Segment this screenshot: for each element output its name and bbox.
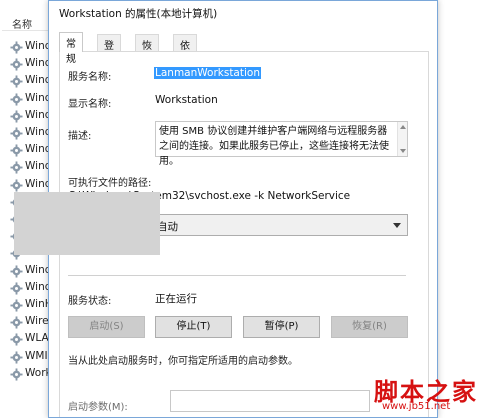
gear-icon [10, 161, 23, 174]
start-params-label: 启动参数(M): [68, 402, 128, 413]
description-label: 描述: [68, 131, 92, 142]
tab-logon[interactable]: 登录 [97, 34, 121, 67]
service-row-label: WMI [25, 349, 48, 362]
gear-icon [10, 110, 23, 123]
site-watermark: 脚本之家 www.jb51.net [372, 372, 492, 414]
service-status-label: 服务状态: [68, 296, 112, 307]
gear-icon [10, 299, 23, 312]
redacted-area [14, 192, 160, 255]
chevron-down-icon [393, 223, 401, 228]
watermark-url: www.jb51.net [382, 401, 451, 412]
scroll-down-icon[interactable] [400, 149, 406, 153]
section-divider [68, 275, 406, 276]
tab-dependencies[interactable]: 依存关系 [173, 34, 197, 97]
gear-icon [10, 58, 23, 71]
gear-icon [10, 333, 23, 346]
gear-icon [10, 144, 23, 157]
start-params-hint: 当从此处启动服务时，你可指定所适用的启动参数。 [68, 356, 298, 367]
description-text: 使用 SMB 协议创建并维护客户端网络与远程服务器之间的连接。如果此服务已停止，… [159, 126, 389, 167]
start-button[interactable]: 启动(S) [68, 316, 145, 338]
service-status-value: 正在运行 [155, 293, 197, 305]
service-name-value[interactable]: LanmanWorkstation [154, 67, 261, 79]
display-name-value[interactable]: Workstation [155, 94, 218, 106]
dialog-titlebar[interactable]: Workstation 的属性(本地计算机) [49, 1, 437, 27]
service-name-selected-text: LanmanWorkstation [154, 67, 261, 79]
tab-recovery[interactable]: 恢复 [135, 34, 159, 67]
stop-button[interactable]: 停止(T) [155, 316, 232, 338]
description-textbox[interactable]: 使用 SMB 协议创建并维护客户端网络与远程服务器之间的连接。如果此服务已停止，… [155, 121, 408, 167]
gear-icon [10, 265, 23, 278]
gear-icon [10, 351, 23, 364]
pause-button[interactable]: 暂停(P) [243, 316, 320, 338]
service-name-label: 服务名称: [68, 72, 112, 83]
gear-icon [10, 93, 23, 106]
start-params-input[interactable] [170, 390, 370, 412]
tab-general[interactable]: 常规 [59, 32, 83, 65]
gear-icon [10, 282, 23, 295]
gear-icon [10, 316, 23, 329]
dialog-title: Workstation 的属性(本地计算机) [59, 8, 218, 20]
display-name-label: 显示名称: [68, 99, 112, 110]
gear-icon [10, 179, 23, 192]
gear-icon [10, 41, 23, 54]
gear-icon [10, 75, 23, 88]
exe-path-label: 可执行文件的路径: [68, 178, 152, 189]
description-scrollbar[interactable] [397, 122, 407, 156]
scroll-up-icon[interactable] [400, 125, 406, 129]
gear-icon [10, 368, 23, 381]
column-header-label: 名称 [12, 20, 32, 31]
resume-button[interactable]: 恢复(R) [331, 316, 408, 338]
gear-icon [10, 127, 23, 140]
startup-type-value: 自动 [157, 221, 178, 233]
